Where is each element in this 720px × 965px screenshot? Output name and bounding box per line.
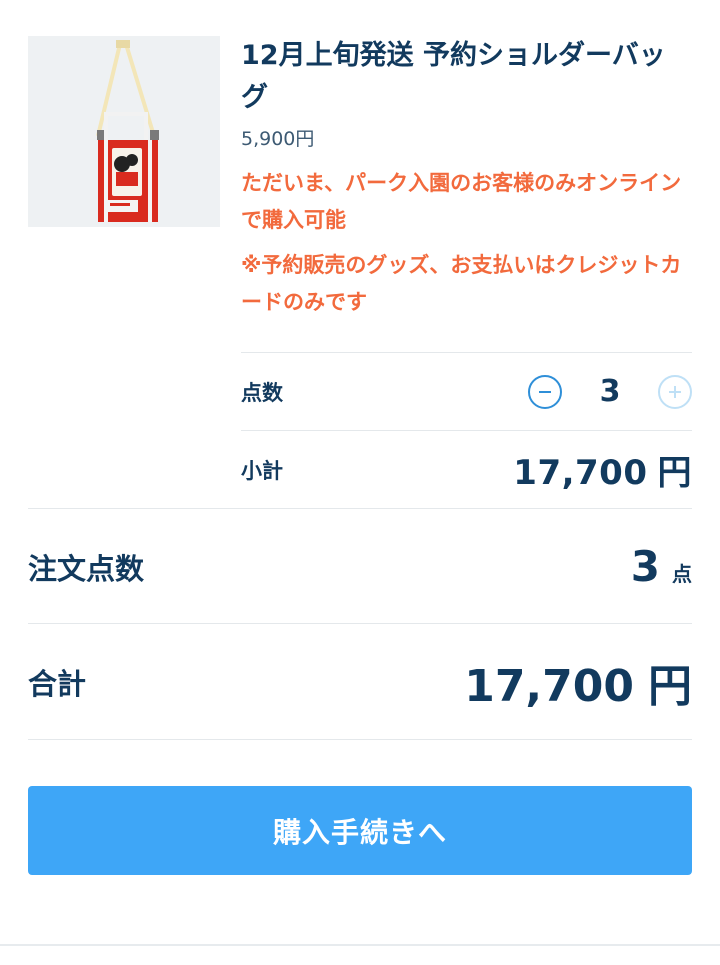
total-label: 合計 xyxy=(28,667,87,701)
product-info: 12月上旬発送 予約ショルダーバッグ 5,900円 ただいま、パーク入園のお客様… xyxy=(241,36,692,321)
online-purchase-notice: ただいま、パーク入園のお客様のみオンラインで購入可能 xyxy=(241,171,682,232)
shoulder-bag-illustration xyxy=(28,36,220,227)
product-image[interactable] xyxy=(28,36,220,227)
quantity-stepper: 3 xyxy=(528,374,692,409)
payment-notice: ※予約販売のグッズ、お支払いはクレジットカードのみです xyxy=(241,253,682,314)
plus-icon xyxy=(669,385,681,398)
order-count-label: 注文点数 xyxy=(28,551,145,586)
product-price: 5,900円 xyxy=(241,128,315,150)
order-count-value: 3 xyxy=(630,542,660,591)
total-unit: 円 xyxy=(648,661,692,712)
total-row: 合計 17,700 円 xyxy=(28,623,692,740)
order-count-amount: 3 点 xyxy=(631,542,692,591)
order-count-unit: 点 xyxy=(672,562,692,586)
subtotal-label: 小計 xyxy=(241,458,283,483)
minus-icon xyxy=(539,390,551,393)
quantity-value: 3 xyxy=(599,374,621,409)
subtotal-value: 17,700 xyxy=(513,453,648,493)
quantity-row: 点数 3 xyxy=(241,352,692,430)
subtotal-amount: 17,700 円 xyxy=(513,445,692,494)
increment-button[interactable] xyxy=(658,374,692,409)
footer-divider xyxy=(0,944,720,946)
total-value: 17,700 xyxy=(464,661,634,712)
quantity-label: 点数 xyxy=(241,380,283,405)
subtotal-row: 小計 17,700 円 xyxy=(241,430,692,508)
decrement-button[interactable] xyxy=(528,374,562,409)
order-count-row: 注文点数 3 点 xyxy=(28,508,692,624)
total-amount: 17,700 円 xyxy=(464,650,692,714)
checkout-button[interactable]: 購入手続きへ xyxy=(28,786,692,875)
divider xyxy=(28,739,692,740)
product-title[interactable]: 12月上旬発送 予約ショルダーバッグ xyxy=(241,35,692,119)
subtotal-unit: 円 xyxy=(657,453,692,493)
